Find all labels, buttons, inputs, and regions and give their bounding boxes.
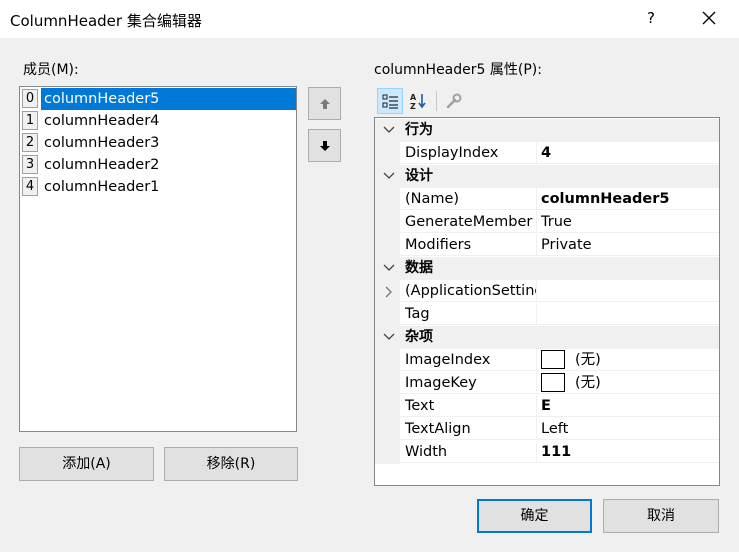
arrow-up-icon: [320, 99, 330, 109]
property-row-applicationsettings[interactable]: (ApplicationSettings): [375, 280, 719, 303]
property-row-imageindex[interactable]: ImageIndex (无): [375, 349, 719, 372]
category-design[interactable]: 设计: [375, 165, 719, 188]
property-name: Tag: [400, 303, 536, 325]
property-row-tag[interactable]: Tag: [375, 303, 719, 326]
property-name: ImageIndex: [400, 349, 536, 371]
property-value[interactable]: [536, 303, 719, 325]
chevron-right-icon[interactable]: [384, 286, 392, 298]
chevron-down-icon[interactable]: [383, 125, 395, 135]
svg-text:A: A: [410, 93, 417, 102]
svg-text:Z: Z: [410, 102, 416, 110]
property-name: Width: [400, 441, 536, 463]
category-label: 杂项: [405, 329, 433, 345]
add-button[interactable]: 添加(A): [19, 447, 154, 481]
window-title: ColumnHeader 集合编辑器: [10, 12, 202, 30]
move-up-button[interactable]: [308, 87, 341, 120]
alphabetical-button[interactable]: A Z: [405, 88, 431, 114]
property-name: Modifiers: [400, 234, 536, 256]
category-label: 数据: [405, 260, 433, 276]
toolbar-separator: [436, 91, 437, 111]
member-index: 1: [22, 111, 38, 130]
category-behavior[interactable]: 行为: [375, 119, 719, 142]
image-swatch: [541, 349, 565, 369]
property-toolbar: A Z: [374, 88, 474, 114]
property-row-textalign[interactable]: TextAlign Left: [375, 418, 719, 441]
chevron-down-icon[interactable]: [383, 171, 395, 181]
category-label: 设计: [405, 168, 433, 184]
chevron-down-icon[interactable]: [383, 332, 395, 342]
property-name: (ApplicationSettings): [400, 280, 536, 302]
property-value: (无): [575, 352, 601, 368]
members-list[interactable]: 0 columnHeader5 1 columnHeader4 2 column…: [19, 86, 297, 432]
property-row-text[interactable]: Text E: [375, 395, 719, 418]
property-row-name[interactable]: (Name) columnHeader5: [375, 188, 719, 211]
remove-button[interactable]: 移除(R): [164, 447, 298, 481]
category-misc[interactable]: 杂项: [375, 326, 719, 349]
property-row-displayindex[interactable]: DisplayIndex 4: [375, 142, 719, 165]
property-value-cell[interactable]: (无): [536, 372, 719, 394]
sort-alphabetical-icon: A Z: [410, 93, 426, 110]
arrow-down-icon: [320, 141, 330, 151]
member-index: 2: [22, 133, 38, 152]
members-label: 成员(M):: [23, 62, 79, 78]
property-value[interactable]: Left: [536, 418, 719, 440]
property-value-cell[interactable]: (无): [536, 349, 719, 371]
member-name: columnHeader1: [44, 179, 160, 195]
property-name: DisplayIndex: [400, 142, 536, 164]
property-grid[interactable]: 行为 DisplayIndex 4 设计 (Name) columnHeader…: [374, 117, 720, 486]
property-value[interactable]: [536, 280, 719, 302]
chevron-down-icon[interactable]: [383, 263, 395, 273]
property-value[interactable]: True: [536, 211, 719, 233]
property-name: (Name): [400, 188, 536, 210]
categorized-button[interactable]: [377, 88, 403, 114]
cancel-button[interactable]: 取消: [603, 499, 719, 533]
list-item[interactable]: 0 columnHeader5: [20, 88, 296, 110]
title-bar: ColumnHeader 集合编辑器 ?: [0, 0, 739, 38]
close-icon: [702, 11, 716, 25]
list-item[interactable]: 4 columnHeader1: [20, 176, 296, 198]
member-index: 0: [22, 89, 38, 108]
member-name: columnHeader3: [44, 135, 160, 151]
properties-label: columnHeader5 属性(P):: [374, 62, 542, 78]
close-button[interactable]: [699, 8, 719, 28]
ok-button[interactable]: 确定: [477, 499, 592, 533]
member-index: 3: [22, 155, 38, 174]
wrench-icon: [446, 93, 462, 109]
property-name: TextAlign: [400, 418, 536, 440]
property-value[interactable]: 111: [536, 441, 719, 463]
property-name: Text: [400, 395, 536, 417]
member-name: columnHeader2: [44, 157, 160, 173]
property-row-width[interactable]: Width 111: [375, 441, 719, 464]
list-item[interactable]: 2 columnHeader3: [20, 132, 296, 154]
list-item[interactable]: 1 columnHeader4: [20, 110, 296, 132]
category-data[interactable]: 数据: [375, 257, 719, 280]
property-name: ImageKey: [400, 372, 536, 394]
property-pages-button[interactable]: [441, 88, 467, 114]
property-value[interactable]: E: [536, 395, 719, 417]
property-value[interactable]: Private: [536, 234, 719, 256]
member-name: columnHeader4: [44, 113, 160, 129]
categorized-icon: [382, 94, 398, 109]
move-down-button[interactable]: [308, 129, 341, 162]
category-label: 行为: [405, 122, 433, 138]
list-item[interactable]: 3 columnHeader2: [20, 154, 296, 176]
help-button[interactable]: ?: [644, 9, 658, 29]
member-name: columnHeader5: [41, 88, 296, 110]
property-row-modifiers[interactable]: Modifiers Private: [375, 234, 719, 257]
property-value[interactable]: columnHeader5: [536, 188, 719, 210]
image-swatch: [541, 372, 565, 392]
property-value: (无): [575, 375, 601, 391]
property-row-imagekey[interactable]: ImageKey (无): [375, 372, 719, 395]
property-value[interactable]: 4: [536, 142, 719, 164]
property-row-generatemember[interactable]: GenerateMember True: [375, 211, 719, 234]
property-name: GenerateMember: [400, 211, 536, 233]
member-index: 4: [22, 177, 38, 196]
